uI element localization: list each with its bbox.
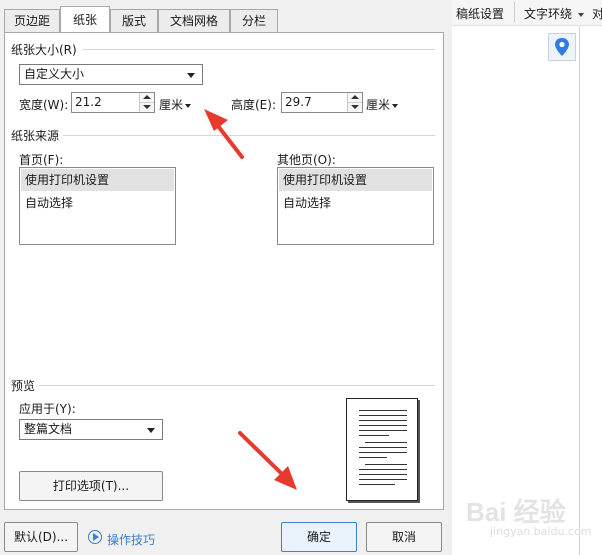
annotation-arrows xyxy=(204,109,297,490)
arrow-to-ok xyxy=(238,431,297,490)
arrow-to-width xyxy=(204,109,244,159)
